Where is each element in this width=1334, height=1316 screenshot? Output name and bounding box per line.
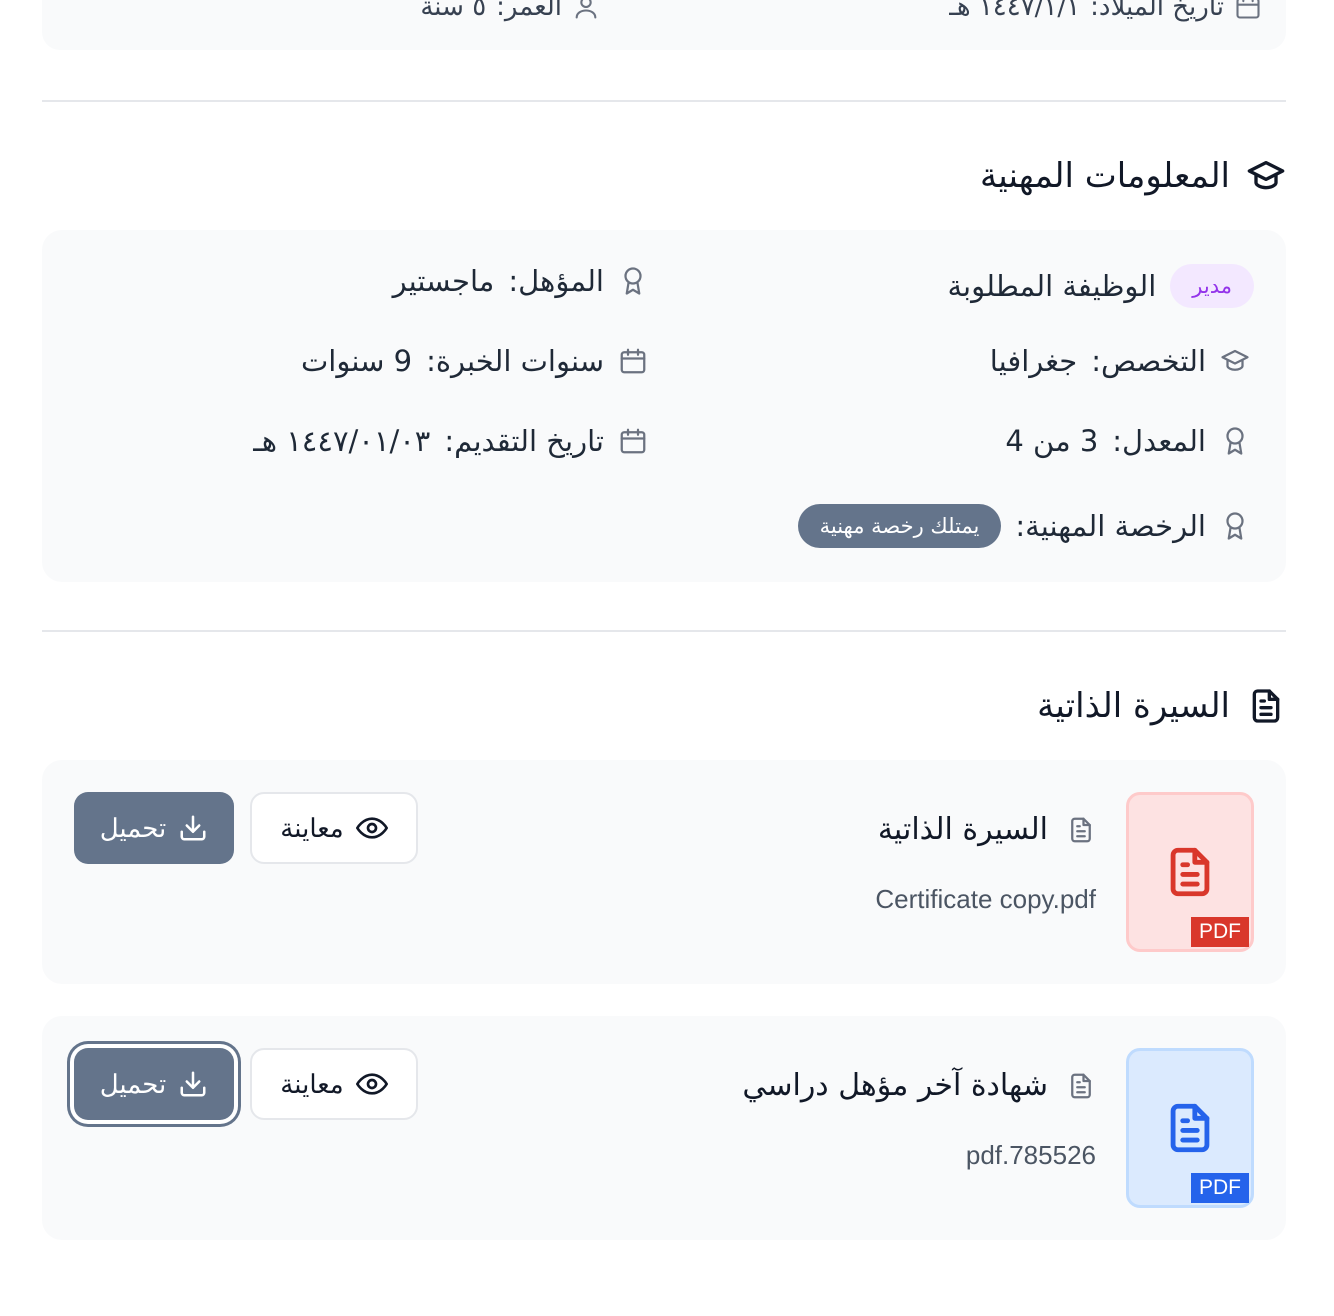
- user-icon: [572, 0, 600, 21]
- pdf-file-icon: [1161, 1097, 1219, 1159]
- calendar-icon: [618, 346, 648, 376]
- experience-value: 9 سنوات: [301, 344, 413, 378]
- birthdate-value: ١٤٤٧/١/١ هـ: [949, 0, 1081, 22]
- document-icon: [1066, 815, 1096, 845]
- calendar-icon: [618, 426, 648, 456]
- document-icon: [1066, 1071, 1096, 1101]
- job-label: الوظيفة المطلوبة: [947, 269, 1157, 303]
- applicant-details-page: تاريخ الميلاد: ١٤٤٧/١/١ هـ العمر: ٥ سنة …: [0, 0, 1334, 1316]
- birthdate-label: تاريخ الميلاد:: [1090, 0, 1224, 22]
- cv-heading: السيرة الذاتية: [1037, 686, 1286, 726]
- specialization-label: التخصص:: [1091, 344, 1206, 378]
- specialization-row: التخصص: جغرافيا: [990, 344, 1250, 378]
- download-icon: [178, 813, 208, 843]
- pdf-thumbnail[interactable]: PDF: [1126, 792, 1254, 952]
- file-card: PDF السيرة الذاتية Certificate copy.pdf …: [42, 760, 1286, 984]
- graduation-cap-icon: [1220, 346, 1250, 376]
- age-row: العمر: ٥ سنة: [420, 0, 600, 22]
- download-label: تحميل: [99, 1068, 167, 1099]
- gpa-row: المعدل: 3 من 4: [1005, 424, 1250, 458]
- file-name: pdf.785526: [965, 1140, 1096, 1170]
- professional-info-title: المعلومات المهنية: [980, 156, 1230, 196]
- qualification-row: المؤهل: ماجستير: [393, 264, 648, 298]
- job-row: مدير الوظيفة المطلوبة: [947, 264, 1254, 308]
- preview-button[interactable]: معاينة: [250, 792, 418, 864]
- award-icon: [618, 266, 648, 296]
- apply-date-value: ١٤٤٧/٠١/٠٣ هـ: [253, 424, 431, 458]
- download-button[interactable]: تحميل: [74, 1048, 234, 1120]
- experience-row: سنوات الخبرة: 9 سنوات: [301, 344, 648, 378]
- file-title-row: شهادة آخر مؤهل دراسي: [742, 1068, 1096, 1103]
- document-icon: [1246, 686, 1286, 726]
- specialization-value: جغرافيا: [989, 344, 1078, 378]
- experience-label: سنوات الخبرة:: [426, 344, 604, 378]
- download-label: تحميل: [99, 812, 167, 843]
- download-button[interactable]: تحميل: [74, 792, 234, 864]
- license-row: الرخصة المهنية: يمتلك رخصة مهنية: [797, 504, 1250, 548]
- gpa-label: المعدل:: [1112, 424, 1206, 458]
- professional-info-heading: المعلومات المهنية: [980, 156, 1286, 196]
- apply-date-label: تاريخ التقديم:: [444, 424, 604, 458]
- qualification-value: ماجستير: [392, 264, 495, 298]
- calendar-icon: [1234, 0, 1262, 21]
- professional-info-card: مدير الوظيفة المطلوبة التخصص: جغرافيا ال…: [42, 230, 1286, 582]
- award-icon: [1220, 511, 1250, 541]
- file-title: السيرة الذاتية: [877, 812, 1048, 847]
- license-badge: يمتلك رخصة مهنية: [797, 504, 1002, 548]
- gpa-value: 3 من 4: [1005, 424, 1099, 458]
- apply-date-row: تاريخ التقديم: ١٤٤٧/٠١/٠٣ هـ: [253, 424, 648, 458]
- graduation-cap-icon: [1246, 156, 1286, 196]
- birthdate-row: تاريخ الميلاد: ١٤٤٧/١/١ هـ: [949, 0, 1262, 22]
- file-title-row: السيرة الذاتية: [878, 812, 1096, 847]
- pdf-file-icon: [1161, 841, 1219, 903]
- file-card: PDF شهادة آخر مؤهل دراسي pdf.785526 معاي…: [42, 1016, 1286, 1240]
- pdf-thumbnail[interactable]: PDF: [1126, 1048, 1254, 1208]
- eye-icon: [355, 1068, 388, 1100]
- preview-label: معاينة: [280, 1068, 344, 1099]
- license-label: الرخصة المهنية:: [1015, 509, 1206, 543]
- section-divider: [42, 630, 1286, 632]
- file-title: شهادة آخر مؤهل دراسي: [742, 1068, 1048, 1103]
- download-icon: [178, 1069, 208, 1099]
- preview-label: معاينة: [280, 812, 344, 843]
- section-divider: [42, 100, 1286, 102]
- file-name: Certificate copy.pdf: [875, 884, 1096, 914]
- cv-title: السيرة الذاتية: [1037, 686, 1230, 726]
- award-icon: [1220, 426, 1250, 456]
- preview-button[interactable]: معاينة: [250, 1048, 418, 1120]
- eye-icon: [355, 812, 388, 844]
- age-value: ٥ سنة: [420, 0, 487, 22]
- qualification-label: المؤهل:: [508, 264, 604, 298]
- job-badge: مدير: [1170, 264, 1254, 308]
- age-label: العمر:: [496, 0, 562, 22]
- file-type-tag: PDF: [1191, 917, 1249, 947]
- personal-info-card: تاريخ الميلاد: ١٤٤٧/١/١ هـ العمر: ٥ سنة: [42, 0, 1286, 50]
- file-type-tag: PDF: [1191, 1173, 1249, 1203]
